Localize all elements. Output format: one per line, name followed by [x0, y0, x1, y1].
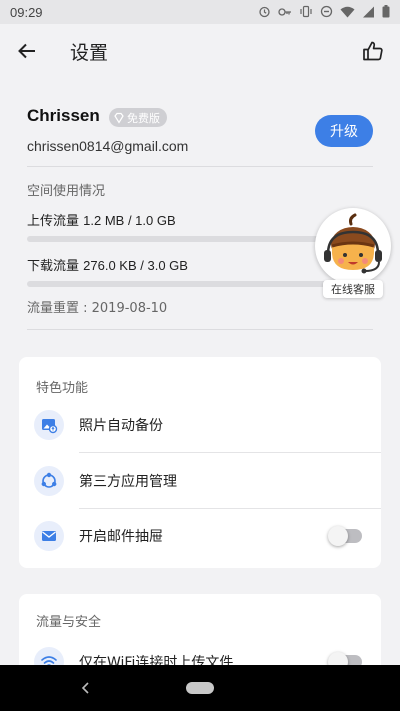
system-nav-bar: [0, 665, 400, 711]
list-item-label: 第三方应用管理: [79, 474, 177, 490]
upload-usage: 上传流量 1.2 MB / 1.0 GB: [27, 210, 176, 229]
features-card: 特色功能 照片自动备份 第三方应用管理 开启邮件抽屉: [19, 357, 381, 568]
account-email: chrissen0814@gmail.com: [27, 138, 189, 154]
divider: [27, 166, 373, 167]
download-progress-bar: [27, 281, 327, 287]
plan-badge: 免费版: [109, 108, 167, 127]
list-item-label: 照片自动备份: [79, 418, 163, 434]
list-item-label: 开启邮件抽屉: [79, 529, 163, 545]
like-button[interactable]: [346, 24, 400, 78]
mail-drawer-toggle[interactable]: [328, 526, 362, 546]
nav-home-button[interactable]: [186, 682, 214, 694]
thumbs-up-icon: [363, 41, 383, 61]
status-bar: 09:29: [0, 0, 400, 24]
key-icon: [278, 3, 292, 22]
divider: [27, 329, 373, 330]
download-value: 276.0 KB / 3.0 GB: [83, 258, 188, 273]
list-item-mail-drawer[interactable]: 开启邮件抽屉: [19, 508, 381, 564]
mail-icon: [34, 521, 64, 551]
status-time: 09:29: [10, 4, 43, 20]
status-icons: [258, 3, 390, 22]
back-button[interactable]: [0, 24, 54, 78]
page-title: 设置: [70, 41, 109, 64]
download-usage: 下载流量 276.0 KB / 3.0 GB: [27, 255, 188, 274]
minus-circle-icon: [320, 3, 333, 22]
username: Chrissen: [27, 106, 100, 125]
plan-badge-label: 免费版: [127, 111, 160, 125]
download-label: 下载流量: [27, 259, 80, 274]
vibrate-icon: [299, 3, 313, 22]
list-item-photo-backup[interactable]: 照片自动备份: [19, 397, 381, 453]
arrow-left-icon: [18, 43, 35, 59]
storage-section-title: 空间使用情况: [27, 184, 106, 199]
upload-label: 上传流量: [27, 214, 80, 229]
alarm-icon: [258, 3, 271, 22]
app-bar: 设置: [0, 24, 400, 78]
wifi-icon: [340, 3, 355, 22]
traffic-security-title: 流量与安全: [36, 615, 102, 630]
upload-progress-bar: [27, 236, 327, 242]
app-share-icon: [34, 466, 64, 496]
signal-icon: [362, 3, 375, 22]
support-avatar: [315, 208, 391, 284]
reset-date: 流量重置 : 2019-08-10: [27, 301, 168, 316]
acorn-mascot-icon: [324, 213, 382, 274]
photo-backup-icon: [34, 410, 64, 440]
diamond-icon: [114, 112, 124, 124]
features-title: 特色功能: [36, 381, 89, 396]
nav-back-button[interactable]: [76, 678, 96, 698]
list-item-third-party-apps[interactable]: 第三方应用管理: [19, 453, 381, 509]
upload-value: 1.2 MB / 1.0 GB: [83, 213, 176, 228]
chevron-left-icon: [81, 682, 89, 694]
battery-icon: [382, 3, 390, 22]
support-label: 在线客服: [323, 280, 383, 298]
online-support-button[interactable]: 在线客服: [313, 208, 393, 300]
toggle-knob: [328, 526, 348, 546]
upgrade-button[interactable]: 升级: [315, 115, 373, 147]
